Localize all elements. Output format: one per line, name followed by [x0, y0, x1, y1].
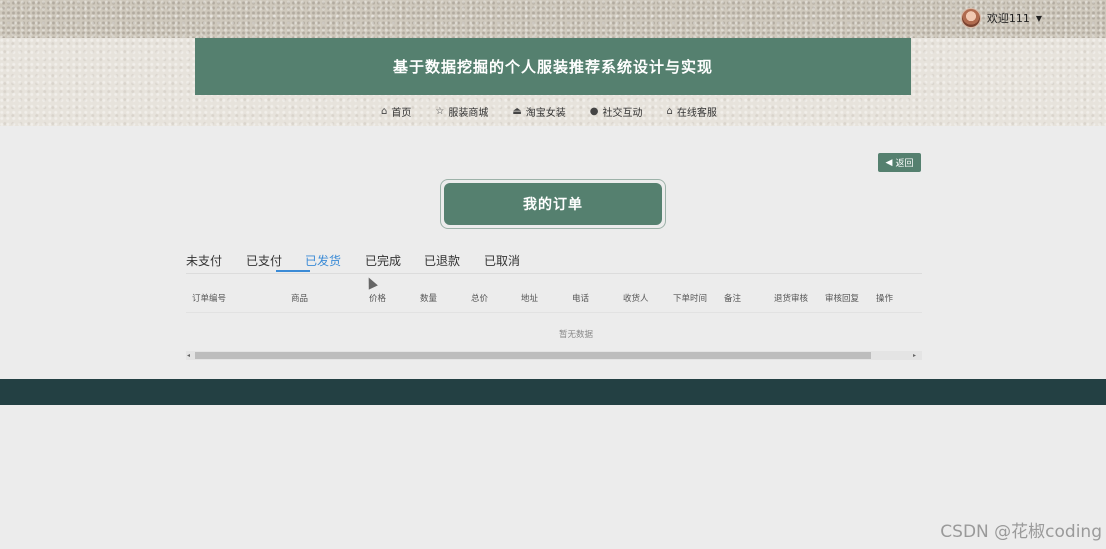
nav-item-service[interactable]: ⌂ 在线客服 [667, 104, 717, 119]
home-icon: ⌂ [381, 106, 388, 117]
tab-paid[interactable]: 已支付 [246, 252, 282, 269]
nav-item-label[interactable]: 服装商城 [448, 104, 488, 119]
main-nav: ⌂ 首页 ☆ 服装商城 ⏏ 淘宝女装 ● 社交互动 ⌂ 在线客服 [381, 104, 717, 119]
column-header: 电话 [572, 294, 590, 304]
table-header: 订单编号 商品 价格 数量 总价 地址 电话 收货人 下单时间 备注 退货审核 … [186, 287, 922, 313]
page-title: 我的订单 [444, 183, 662, 225]
nav-item-home[interactable]: ⌂ 首页 [381, 104, 411, 119]
nav-item-label[interactable]: 社交互动 [603, 104, 643, 119]
nav-item-taobao[interactable]: ⏏ 淘宝女装 [512, 104, 565, 119]
tab-shipped[interactable]: 已发货 [305, 252, 341, 269]
nav-item-social[interactable]: ● 社交互动 [590, 104, 643, 119]
column-header: 订单编号 [192, 294, 227, 304]
column-header: 总价 [471, 294, 489, 304]
back-button[interactable]: ◀ 返回 [878, 153, 921, 172]
footer-bar [0, 379, 1106, 405]
column-header: 价格 [369, 294, 387, 304]
scroll-right-icon[interactable]: ▸ [913, 351, 916, 360]
top-strip [0, 0, 1106, 38]
tab-completed[interactable]: 已完成 [365, 252, 401, 269]
column-header: 退货审核 [774, 294, 809, 304]
column-header: 操作 [876, 294, 894, 304]
star-icon: ☆ [435, 106, 445, 117]
tab-unpaid[interactable]: 未支付 [186, 252, 222, 269]
column-header: 下单时间 [673, 294, 708, 304]
nav-item-shop[interactable]: ☆ 服装商城 [435, 104, 488, 119]
active-tab-indicator [276, 270, 310, 272]
nav-item-label[interactable]: 首页 [391, 104, 411, 119]
page-title-frame: 我的订单 [440, 179, 666, 229]
empty-state: 暂无数据 [558, 330, 593, 340]
user-menu[interactable]: 欢迎111 ▼ [960, 8, 1042, 28]
nav-item-label[interactable]: 在线客服 [677, 104, 717, 119]
bag-icon: ⏏ [512, 106, 522, 117]
tab-cancelled[interactable]: 已取消 [484, 252, 520, 269]
column-header: 收货人 [623, 294, 649, 304]
site-title: 基于数据挖掘的个人服装推荐系统设计与实现 [195, 38, 911, 95]
nav-item-label[interactable]: 淘宝女装 [526, 104, 566, 119]
watermark: CSDN @花椒coding [940, 522, 1102, 542]
scroll-left-icon[interactable]: ◂ [187, 351, 190, 360]
scrollbar-thumb[interactable] [195, 352, 871, 359]
caret-down-icon[interactable]: ▼ [1036, 14, 1042, 23]
back-button-label: 返回 [895, 159, 914, 169]
user-greeting[interactable]: 欢迎111 [987, 10, 1030, 26]
info-icon: ● [589, 106, 599, 117]
column-header: 地址 [521, 294, 539, 304]
column-header: 商品 [291, 294, 309, 304]
home-icon: ⌂ [666, 106, 673, 117]
avatar-icon[interactable] [960, 8, 981, 28]
back-arrow-icon: ◀ [885, 157, 893, 168]
column-header: 数量 [420, 294, 438, 304]
column-header: 备注 [724, 294, 742, 304]
tab-refunded[interactable]: 已退款 [424, 252, 460, 269]
column-header: 审核回复 [825, 294, 860, 304]
